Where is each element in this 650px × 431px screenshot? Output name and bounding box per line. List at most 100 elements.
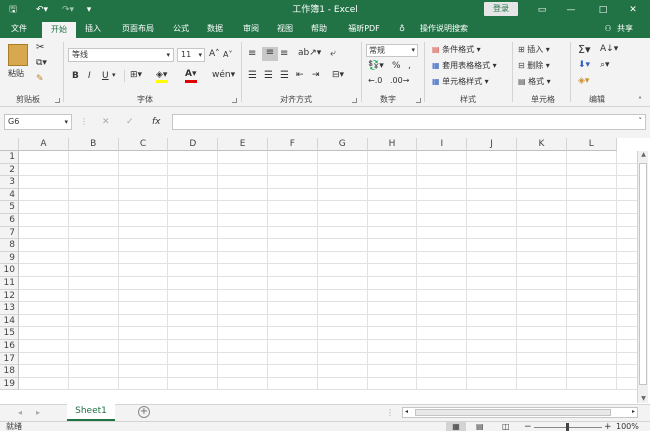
column-header-f[interactable]: F — [268, 138, 318, 151]
scroll-down-icon[interactable]: ▼ — [639, 395, 648, 403]
format-as-table-button[interactable]: ▦ 套用表格格式 ▾ — [432, 60, 497, 71]
row-header-15[interactable]: 15 — [0, 327, 19, 340]
border-icon[interactable]: ⊞▾ — [130, 70, 142, 80]
row-header-16[interactable]: 16 — [0, 340, 19, 353]
vertical-scroll-thumb[interactable] — [639, 163, 647, 385]
alignment-launcher-icon[interactable] — [352, 98, 357, 103]
increase-indent-icon[interactable]: ⇥ — [312, 70, 320, 80]
clear-icon[interactable]: ◈▾ — [578, 76, 589, 86]
wrap-text-icon[interactable]: ⤶ — [330, 48, 336, 59]
comma-style-icon[interactable]: , — [408, 61, 411, 71]
column-header-a[interactable]: A — [19, 138, 69, 151]
sheet-tab-sheet1[interactable]: Sheet1 — [67, 404, 115, 421]
decrease-indent-icon[interactable]: ⇤ — [296, 70, 304, 80]
align-right-icon[interactable]: ☰ — [280, 70, 289, 81]
fill-icon[interactable]: ⬇▾ — [578, 60, 590, 70]
font-launcher-icon[interactable] — [232, 98, 237, 103]
align-left-icon[interactable]: ☰ — [248, 70, 257, 81]
underline-button[interactable]: U — [102, 71, 109, 81]
row-header-2[interactable]: 2 — [0, 163, 19, 177]
tab-foxit-pdf[interactable]: 福昕PDF — [342, 20, 386, 38]
expand-formula-icon[interactable]: ˅ — [639, 117, 643, 125]
percent-style-icon[interactable]: % — [392, 61, 401, 71]
page-break-view-icon[interactable]: ◫ — [502, 422, 510, 431]
italic-button[interactable]: I — [88, 71, 91, 81]
login-button[interactable]: 登录 — [484, 2, 518, 16]
row-header-17[interactable]: 17 — [0, 352, 19, 366]
page-layout-view-icon[interactable]: ▤ — [476, 422, 484, 431]
tab-data[interactable]: 数据 — [202, 20, 228, 38]
column-header-h[interactable]: H — [367, 138, 418, 151]
collapse-ribbon-icon[interactable]: ˄ — [638, 96, 642, 105]
accounting-format-icon[interactable]: 💱▾ — [368, 61, 384, 71]
column-header-k[interactable]: K — [517, 138, 567, 151]
clipboard-launcher-icon[interactable] — [55, 98, 60, 103]
cut-icon[interactable]: ✂ — [36, 42, 44, 53]
align-center-icon[interactable]: ☰ — [264, 70, 273, 81]
tab-review[interactable]: 审阅 — [238, 20, 264, 38]
row-header-9[interactable]: 9 — [0, 251, 19, 265]
delete-cells-button[interactable]: ⊟ 删除 ▾ — [518, 60, 550, 71]
paste-icon[interactable] — [8, 44, 28, 66]
save-icon[interactable]: 🖫 — [6, 0, 20, 20]
row-header-3[interactable]: 3 — [0, 176, 19, 189]
cancel-entry-icon[interactable]: ✕ — [102, 117, 110, 127]
zoom-level[interactable]: 100% — [616, 422, 639, 431]
column-header-l[interactable]: L — [566, 138, 617, 151]
column-header-c[interactable]: C — [118, 138, 169, 151]
row-header-7[interactable]: 7 — [0, 226, 19, 240]
scroll-up-icon[interactable]: ▲ — [639, 151, 648, 159]
insert-function-button[interactable]: fx — [152, 117, 161, 127]
autosum-icon[interactable]: Σ▾ — [578, 43, 590, 56]
find-select-icon[interactable]: ⌕▾ — [600, 60, 610, 70]
normal-view-icon[interactable]: ▦ — [446, 422, 466, 431]
row-header-1[interactable]: 1 — [0, 151, 19, 164]
tab-page-layout[interactable]: 页面布局 — [114, 20, 162, 38]
font-name-select[interactable]: 等线 ▾ — [68, 48, 174, 62]
zoom-slider-thumb[interactable] — [566, 423, 569, 431]
chevron-down-icon[interactable]: ▾ — [112, 71, 116, 79]
select-all-corner[interactable] — [0, 138, 19, 151]
zoom-in-icon[interactable]: + — [604, 422, 612, 431]
orientation-icon[interactable]: ab↗▾ — [298, 48, 321, 58]
conditional-format-button[interactable]: ▤ 条件格式 ▾ — [432, 44, 481, 55]
ribbon-display-icon[interactable]: ▭ — [534, 0, 550, 20]
horizontal-scroll-thumb[interactable] — [415, 409, 611, 416]
number-format-select[interactable]: 常规 ▾ — [366, 44, 418, 57]
number-launcher-icon[interactable] — [416, 98, 421, 103]
horizontal-scrollbar[interactable]: ◂ ▸ — [402, 407, 638, 418]
redo-icon[interactable]: ↷▾ — [58, 0, 78, 20]
column-header-g[interactable]: G — [317, 138, 368, 151]
new-sheet-icon[interactable]: + — [138, 406, 150, 418]
row-header-13[interactable]: 13 — [0, 302, 19, 315]
fill-color-icon[interactable]: ◈▾ — [156, 70, 167, 80]
row-header-11[interactable]: 11 — [0, 277, 19, 290]
grow-font-icon[interactable]: A˄ — [209, 49, 220, 59]
close-icon[interactable]: ✕ — [626, 0, 640, 20]
undo-icon[interactable]: ↶▾ — [32, 0, 52, 20]
zoom-out-icon[interactable]: − — [524, 422, 532, 431]
row-header-19[interactable]: 19 — [0, 377, 19, 391]
formula-input[interactable]: ˅ — [172, 114, 646, 130]
customize-qat-icon[interactable]: ▾ — [84, 0, 94, 20]
paste-button[interactable]: 粘贴 — [8, 68, 24, 79]
prev-sheet-icon[interactable]: ◂ — [18, 408, 22, 417]
maximize-icon[interactable]: □ — [596, 0, 610, 20]
tab-view[interactable]: 视图 — [272, 20, 298, 38]
cell-styles-button[interactable]: ▦ 单元格样式 ▾ — [432, 76, 489, 87]
row-header-18[interactable]: 18 — [0, 365, 19, 378]
column-header-d[interactable]: D — [168, 138, 219, 151]
row-header-14[interactable]: 14 — [0, 314, 19, 328]
next-sheet-icon[interactable]: ▸ — [36, 408, 40, 417]
merge-center-icon[interactable]: ⊟▾ — [332, 70, 344, 80]
confirm-entry-icon[interactable]: ✓ — [126, 117, 134, 127]
tab-home[interactable]: 开始 — [42, 22, 76, 38]
row-header-10[interactable]: 10 — [0, 264, 19, 277]
bold-button[interactable]: B — [72, 71, 79, 81]
shrink-font-icon[interactable]: A˅ — [223, 50, 232, 59]
row-header-5[interactable]: 5 — [0, 201, 19, 214]
font-color-icon[interactable]: A▾ — [185, 69, 196, 79]
tab-insert[interactable]: 插入 — [80, 20, 106, 38]
scroll-right-icon[interactable]: ▸ — [632, 408, 635, 415]
column-header-i[interactable]: I — [417, 138, 468, 151]
